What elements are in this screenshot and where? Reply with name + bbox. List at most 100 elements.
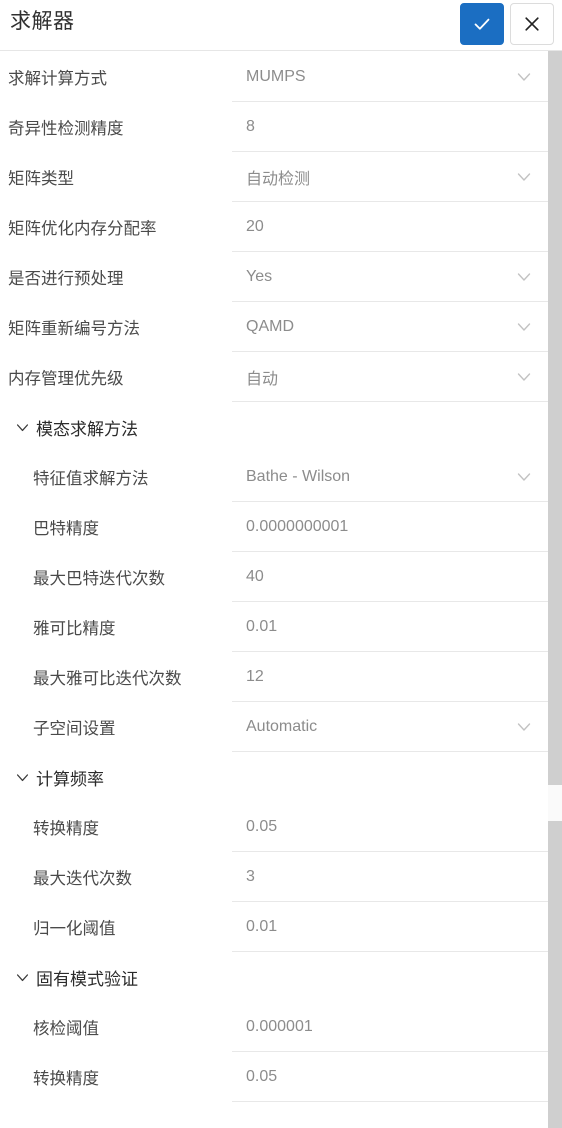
setting-label: 特征值求解方法 (33, 470, 149, 488)
settings-group-header: 模态求解方法 (0, 402, 548, 452)
chevron-down-icon[interactable] (514, 717, 534, 737)
setting-select[interactable]: Automatic (232, 702, 548, 752)
page-title: 求解器 (10, 10, 75, 33)
setting-value: 0.05 (246, 817, 278, 835)
settings-row: 核检阈值 0.000001 (0, 1002, 548, 1052)
solver-settings-panel: 求解器 求解计算方式 MUMPS 奇异性检测精度 8 矩阵类型 自动检测矩阵优化内存分配率… (0, 0, 562, 1128)
chevron-down-icon[interactable] (514, 467, 534, 487)
chevron-down-icon[interactable] (14, 969, 31, 986)
settings-row: 子空间设置 Automatic (0, 702, 548, 752)
setting-input[interactable]: 0.01 (232, 902, 548, 952)
setting-value: Yes (246, 267, 273, 285)
setting-value: 20 (246, 217, 264, 235)
setting-select[interactable]: Bathe - Wilson (232, 452, 548, 502)
setting-label: 转换精度 (33, 820, 99, 838)
group-toggle[interactable]: 计算频率 (0, 765, 232, 790)
setting-value: 0.000001 (246, 1017, 313, 1035)
setting-label: 雅可比精度 (33, 620, 116, 638)
group-title: 模态求解方法 (36, 419, 138, 439)
settings-row-list: 求解计算方式 MUMPS 奇异性检测精度 8 矩阵类型 自动检测矩阵优化内存分配率 20 是否… (0, 51, 548, 1102)
cancel-button[interactable] (510, 3, 554, 45)
setting-input[interactable]: 20 (232, 202, 548, 252)
group-title: 计算频率 (36, 769, 104, 789)
setting-value: QAMD (246, 317, 294, 335)
settings-row: 最大迭代次数 3 (0, 852, 548, 902)
setting-input[interactable]: 0.000001 (232, 1002, 548, 1052)
chevron-down-icon[interactable] (14, 419, 31, 436)
chevron-down-icon[interactable] (514, 317, 534, 337)
group-toggle[interactable]: 模态求解方法 (0, 415, 232, 440)
settings-row: 雅可比精度 0.01 (0, 602, 548, 652)
setting-input[interactable]: 0.01 (232, 602, 548, 652)
setting-label: 矩阵类型 (8, 170, 74, 188)
setting-input[interactable]: 0.0000000001 (232, 502, 548, 552)
setting-input[interactable]: 8 (232, 102, 548, 152)
setting-select[interactable]: 自动 (232, 352, 548, 402)
settings-row: 转换精度 0.05 (0, 1052, 548, 1102)
setting-select[interactable]: QAMD (232, 302, 548, 352)
group-toggle[interactable]: 固有模式验证 (0, 965, 232, 990)
setting-input[interactable]: 0.05 (232, 1052, 548, 1102)
chevron-down-icon[interactable] (514, 167, 534, 187)
settings-row: 巴特精度 0.0000000001 (0, 502, 548, 552)
chevron-down-icon[interactable] (514, 367, 534, 387)
settings-row: 奇异性检测精度 8 (0, 102, 548, 152)
setting-label: 最大雅可比迭代次数 (33, 670, 182, 688)
setting-value: 0.01 (246, 617, 278, 635)
setting-input[interactable]: 0.05 (232, 802, 548, 852)
panel-header: 求解器 (0, 0, 562, 51)
setting-value: 0.0000000001 (246, 517, 349, 535)
settings-row: 求解计算方式 MUMPS (0, 52, 548, 102)
setting-select[interactable]: 自动检测 (232, 152, 548, 202)
setting-value: 自动 (246, 370, 279, 388)
settings-scroll-area[interactable]: 求解计算方式 MUMPS 奇异性检测精度 8 矩阵类型 自动检测矩阵优化内存分配率 20 是否… (0, 51, 562, 1128)
settings-row: 归一化阈值 0.01 (0, 902, 548, 952)
setting-label: 子空间设置 (33, 720, 116, 738)
setting-label: 巴特精度 (33, 520, 99, 538)
setting-input[interactable]: 40 (232, 552, 548, 602)
chevron-down-icon[interactable] (14, 769, 31, 786)
setting-value: 12 (246, 667, 264, 685)
setting-value: 自动检测 (246, 170, 311, 188)
chevron-down-icon[interactable] (514, 67, 534, 87)
setting-label: 转换精度 (33, 1070, 99, 1088)
setting-label: 内存管理优先级 (8, 370, 124, 388)
settings-row: 特征值求解方法 Bathe - Wilson (0, 452, 548, 502)
confirm-button[interactable] (460, 3, 504, 45)
setting-value: 0.01 (246, 917, 278, 935)
settings-row: 内存管理优先级 自动 (0, 352, 548, 402)
settings-row: 矩阵优化内存分配率 20 (0, 202, 548, 252)
setting-value: MUMPS (246, 67, 306, 85)
scrollbar-thumb[interactable] (548, 785, 562, 821)
settings-row: 矩阵类型 自动检测 (0, 152, 548, 202)
setting-select[interactable]: MUMPS (232, 52, 548, 102)
chevron-down-icon[interactable] (514, 267, 534, 287)
settings-row: 最大雅可比迭代次数 12 (0, 652, 548, 702)
settings-row: 是否进行预处理 Yes (0, 252, 548, 302)
setting-label: 求解计算方式 (8, 70, 107, 88)
setting-value: 40 (246, 567, 264, 585)
setting-label: 最大迭代次数 (33, 870, 132, 888)
setting-value: Automatic (246, 717, 318, 735)
setting-label: 矩阵重新编号方法 (8, 320, 140, 338)
setting-value: 0.05 (246, 1067, 278, 1085)
setting-input[interactable]: 12 (232, 652, 548, 702)
setting-label: 归一化阈值 (33, 920, 116, 938)
setting-label: 最大巴特迭代次数 (33, 570, 165, 588)
header-actions (460, 0, 554, 45)
setting-value: Bathe - Wilson (246, 467, 351, 485)
setting-input[interactable]: 3 (232, 852, 548, 902)
setting-label: 核检阈值 (33, 1020, 99, 1038)
settings-row: 转换精度 0.05 (0, 802, 548, 852)
check-icon (471, 13, 493, 35)
settings-row: 最大巴特迭代次数 40 (0, 552, 548, 602)
setting-select[interactable]: Yes (232, 252, 548, 302)
setting-value: 8 (246, 117, 255, 135)
close-icon (521, 13, 543, 35)
group-title: 固有模式验证 (36, 969, 138, 989)
setting-label: 奇异性检测精度 (8, 120, 124, 138)
vertical-scrollbar[interactable] (548, 51, 562, 1128)
